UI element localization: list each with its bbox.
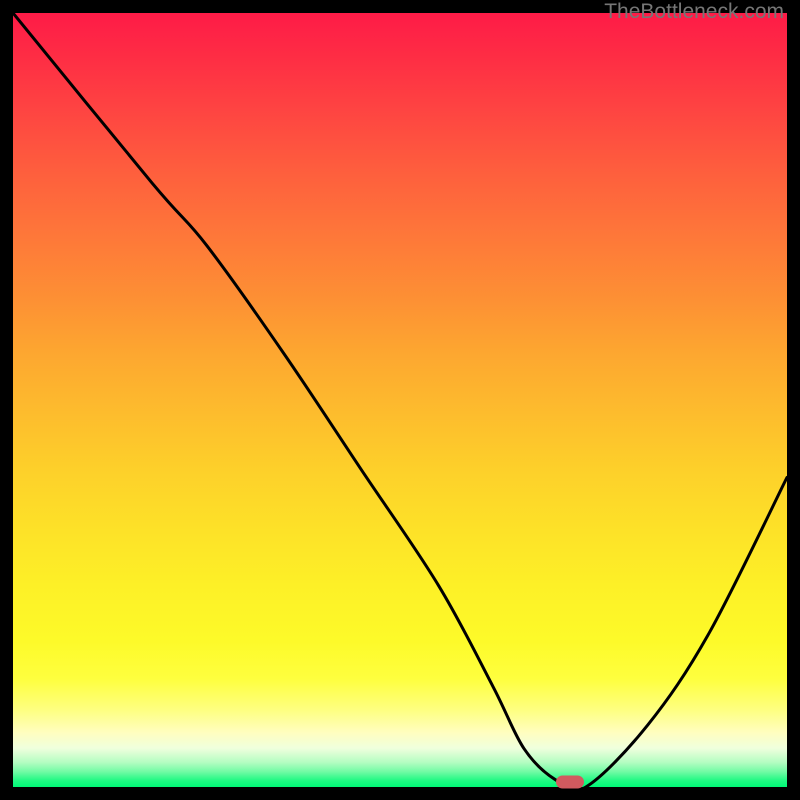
plot-area bbox=[13, 13, 787, 787]
chart-frame bbox=[13, 13, 787, 787]
bottleneck-curve bbox=[13, 13, 787, 787]
curve-layer bbox=[13, 13, 787, 787]
watermark-text: TheBottleneck.com bbox=[604, 0, 784, 24]
optimum-marker bbox=[556, 776, 584, 789]
